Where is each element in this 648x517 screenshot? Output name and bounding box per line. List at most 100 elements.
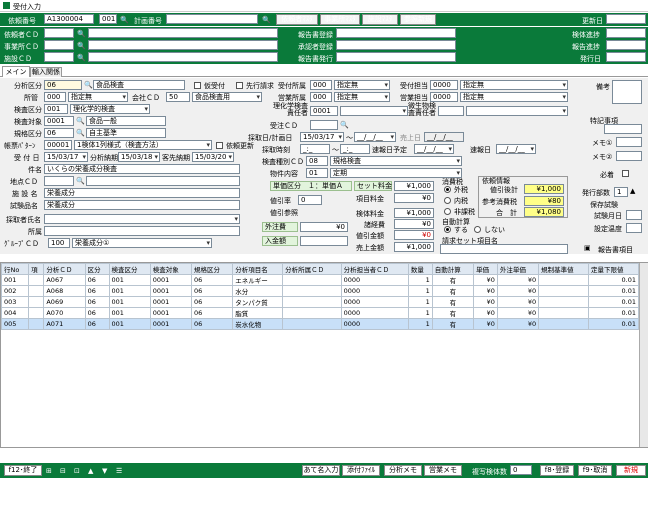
rikagaku-select[interactable] (340, 106, 408, 116)
table-cell[interactable]: ¥0 (472, 274, 498, 286)
column-header[interactable]: 自動計算 (431, 263, 474, 275)
column-header[interactable]: 分析ＣＤ (43, 263, 86, 275)
table-cell[interactable] (282, 285, 342, 297)
column-header[interactable]: 行No (0, 263, 30, 275)
column-header[interactable]: 外注単価 (496, 263, 540, 275)
biseibutsu-select[interactable] (466, 106, 568, 116)
table-cell[interactable]: 0.01 (588, 307, 639, 319)
kyaku-nouki-date[interactable]: 15/03/20 (192, 152, 234, 162)
saishu-date-end[interactable]: __/__/__ (354, 132, 396, 142)
shikkou-select[interactable]: 指定無 (334, 80, 390, 90)
biko-input[interactable] (612, 80, 642, 104)
hakko-busho-input[interactable]: 1 (614, 187, 628, 197)
table-cell[interactable]: 0.01 (588, 318, 639, 330)
table-cell[interactable]: 有 (431, 285, 474, 297)
table-cell[interactable]: ¥0 (496, 274, 540, 286)
table-row[interactable]: 005 A071 06 001 0001 06 炭水化物 0000 1 有 ¥0 ¥0 0.01 (0, 318, 639, 330)
table-cell[interactable]: A071 (43, 318, 86, 330)
binoculars-icon[interactable]: 🔍 (76, 129, 85, 137)
hissu-checkbox[interactable] (622, 170, 629, 177)
office-cd-input[interactable]: 00000 (44, 40, 74, 50)
table-cell[interactable]: 1 (407, 285, 433, 297)
column-header[interactable]: 区分 (84, 263, 110, 275)
column-header[interactable]: 分析項目名 (232, 263, 284, 275)
table-cell[interactable]: 001 (108, 307, 151, 319)
table-cell[interactable]: 水分 (232, 285, 284, 297)
binoculars-icon[interactable]: 🔍 (262, 16, 271, 24)
binoculars-icon[interactable]: 🔍 (120, 16, 129, 24)
table-cell[interactable]: 脂質 (232, 307, 284, 319)
facility-cd-input[interactable]: 001 (44, 52, 74, 62)
shisetsu-input[interactable]: 栄養成分 (44, 188, 240, 198)
table-cell[interactable]: 0001 (149, 285, 193, 297)
company-select[interactable]: 食品検査用 (192, 92, 262, 102)
tax-radio-hika[interactable] (444, 208, 451, 215)
tax-radio-soto[interactable] (444, 186, 451, 193)
tab-import[interactable]: 輸入関係 (30, 67, 62, 77)
table-cell[interactable]: 0000 (340, 307, 409, 319)
irai-no-input[interactable]: A1300004 (44, 14, 94, 24)
uketsuke-date[interactable]: 15/03/17 (44, 152, 88, 162)
irai-cd-input[interactable]: 00000 (44, 28, 74, 38)
table-cell[interactable]: ¥0 (472, 318, 498, 330)
facility-master-button[interactable]: 施設ﾏｽﾀ (362, 14, 398, 25)
table-cell[interactable]: 001 (108, 274, 151, 286)
saishu-time-start[interactable]: _:_ (300, 144, 330, 154)
table-cell[interactable] (282, 307, 342, 319)
kensa-kubun-select[interactable]: 理化学的検査 (70, 104, 150, 114)
table-cell[interactable]: A070 (43, 307, 86, 319)
eigyo-memo-button[interactable]: 営業メモ (424, 465, 462, 476)
column-header[interactable]: 検査区分 (108, 263, 151, 275)
binoculars-icon[interactable]: 🔍 (76, 177, 85, 185)
column-header[interactable]: 項 (28, 263, 45, 275)
binoculars-icon[interactable]: 🔍 (76, 117, 85, 125)
table-cell[interactable]: 06 (190, 274, 234, 286)
binoculars-icon[interactable]: 🔍 (77, 30, 86, 38)
table-cell[interactable]: A068 (43, 285, 86, 297)
table-cell[interactable]: 1 (407, 318, 433, 330)
office-master-button[interactable]: 事業所ﾏｽﾀ (320, 14, 360, 25)
sokuho-date[interactable]: __/__/__ (414, 144, 454, 154)
ref-new-button[interactable]: 参照新規 (400, 14, 436, 25)
table-cell[interactable]: 有 (431, 318, 474, 330)
table-cell[interactable]: A069 (43, 296, 86, 308)
column-header[interactable]: 数量 (407, 263, 433, 275)
bunseki-nouki-date[interactable]: 15/03/18 (118, 152, 160, 162)
table-cell[interactable]: 1 (407, 296, 433, 308)
table-cell[interactable]: 有 (431, 307, 474, 319)
row-up-icon[interactable]: ▲ (88, 467, 93, 475)
jushin-input[interactable] (310, 120, 338, 130)
rikagaku-input[interactable]: 0001 (310, 106, 338, 116)
kentai-shubetsu-select[interactable]: 規格検査 (330, 156, 462, 166)
table-cell[interactable]: ¥0 (496, 307, 540, 319)
eigyo-tanto-select[interactable]: 指定無 (460, 92, 568, 102)
table-cell[interactable] (538, 274, 590, 286)
table-cell[interactable]: 1 (407, 307, 433, 319)
table-cell[interactable]: 06 (84, 274, 110, 286)
eigyo-input[interactable]: 000 (310, 92, 332, 102)
group-input[interactable]: 100 (48, 238, 70, 248)
table-cell[interactable]: 0001 (149, 318, 193, 330)
table-cell[interactable]: 06 (84, 318, 110, 330)
shiken-hin-input[interactable] (626, 210, 642, 220)
table-cell[interactable]: 06 (84, 296, 110, 308)
irai-master-button[interactable]: 依頼者ﾏｽﾀ (276, 14, 318, 25)
table-cell[interactable]: 0000 (340, 296, 409, 308)
table-cell[interactable]: A067 (43, 274, 86, 286)
kari-uke-checkbox[interactable] (194, 82, 201, 89)
table-row[interactable]: 002 A068 06 001 0001 06 水分 0000 1 有 ¥0 ¥0 0.01 (0, 285, 639, 297)
table-cell[interactable] (28, 307, 45, 319)
irai-update-checkbox[interactable] (216, 142, 223, 149)
atena-button[interactable]: あて名入力 (302, 465, 340, 476)
table-cell[interactable]: タンパク質 (232, 296, 284, 308)
tokki-input[interactable] (604, 124, 642, 134)
bunseki-memo-button[interactable]: 分析メモ (384, 465, 422, 476)
tax-radio-uchi[interactable] (444, 197, 451, 204)
group-select[interactable]: 栄養成分① (72, 238, 212, 248)
table-row[interactable]: 001 A067 06 001 0001 06 エネルギー 0000 1 有 ¥0 ¥0 0.01 (0, 274, 639, 286)
saishu-date-input[interactable]: 15/03/17 (300, 132, 344, 142)
nebiki-input[interactable]: 0 (298, 195, 322, 205)
binoculars-icon[interactable]: 🔍 (84, 81, 93, 89)
seikyu-set-input[interactable] (440, 244, 568, 254)
table-cell[interactable] (28, 318, 45, 330)
